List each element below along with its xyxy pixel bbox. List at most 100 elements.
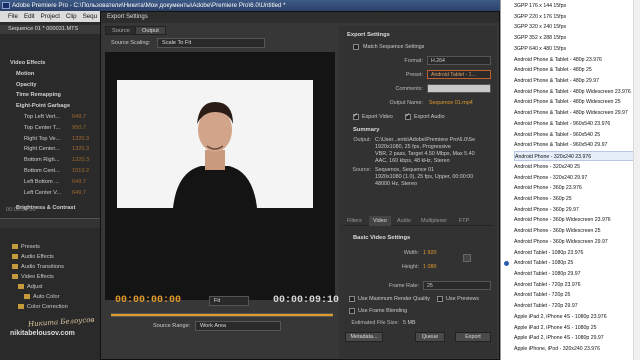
preset-list-item[interactable]: Android Tablet - 720p 29.97 bbox=[514, 301, 640, 311]
menu-clip[interactable]: Clip bbox=[66, 11, 77, 22]
width-value[interactable]: 1 920 bbox=[423, 250, 437, 256]
preset-list-item[interactable]: Android Phone & Tablet - 480p Widescreen… bbox=[514, 87, 640, 97]
effect-control-row[interactable]: Right Center... 1320.3 bbox=[0, 144, 100, 154]
zoom-fit-select[interactable]: Fit bbox=[209, 296, 249, 306]
frame-blending-checkbox[interactable] bbox=[349, 308, 355, 314]
preset-list-item[interactable]: Android Phone & Tablet - 960x540 29.97 bbox=[514, 140, 640, 150]
queue-button[interactable]: Queue bbox=[415, 332, 445, 342]
preset-list-item[interactable]: Android Phone & Tablet - 960x540 25 bbox=[514, 130, 640, 140]
effect-control-value[interactable]: 649.7 bbox=[72, 177, 86, 187]
preset-list-item[interactable]: Android Phone & Tablet - 480p 29.97 bbox=[514, 76, 640, 86]
chain-link-icon[interactable] bbox=[463, 254, 471, 262]
menu-sequence[interactable]: Sequ bbox=[83, 11, 97, 22]
preset-list-item[interactable]: Android Phone & Tablet - 480p 25 bbox=[514, 65, 640, 75]
export-settings-header: Export Settings bbox=[347, 32, 390, 38]
preset-list-item[interactable]: Android Tablet - 1080p 23.976 bbox=[514, 248, 640, 258]
effect-control-row[interactable]: Opacity bbox=[0, 80, 100, 90]
preset-list-item[interactable]: Android Tablet - 720p 25 bbox=[514, 290, 640, 300]
tab-source[interactable]: Source bbox=[105, 26, 137, 35]
menu-project[interactable]: Project bbox=[41, 11, 60, 22]
tab-filters[interactable]: Filters bbox=[343, 216, 366, 226]
comments-input[interactable] bbox=[427, 84, 491, 93]
source-range-select[interactable]: Work Area bbox=[195, 321, 281, 331]
preset-list-item[interactable]: Apple iPad 2, iPhone 4S - 1080p 25 bbox=[514, 323, 640, 333]
export-video-checkbox[interactable] bbox=[353, 112, 359, 120]
menu-bar: File Edit Project Clip Sequ bbox=[0, 11, 100, 22]
preset-list-item[interactable]: Android Phone & Tablet - 960x540 23.976 bbox=[514, 119, 640, 129]
work-area-bar[interactable] bbox=[111, 314, 333, 316]
effect-control-row[interactable]: Top Left Vert... 649.7 bbox=[0, 112, 100, 122]
source-scaling-select[interactable]: Scale To Fit bbox=[157, 38, 265, 48]
preset-dropdown-list[interactable]: 3GPP 176 x 144 15fps 3GPP 220 x 176 15fps… bbox=[500, 0, 640, 360]
preset-select[interactable]: Android Tablet - 1... bbox=[427, 70, 491, 79]
tab-audio[interactable]: Audio bbox=[393, 216, 415, 226]
effects-tree-item[interactable]: Video Effects bbox=[0, 272, 100, 282]
output-name-link[interactable]: Sequence 01.mp4 bbox=[429, 100, 473, 106]
preset-list-item[interactable]: Android Phone & Tablet - 480p Widescreen… bbox=[514, 97, 640, 107]
max-render-checkbox[interactable] bbox=[349, 296, 355, 302]
format-select[interactable]: H.264 bbox=[427, 56, 491, 65]
height-value[interactable]: 1 080 bbox=[423, 264, 437, 270]
preset-list-item[interactable]: 3GPP 176 x 144 15fps bbox=[514, 1, 640, 11]
effect-control-row[interactable]: Right Top Ve... 1320.3 bbox=[0, 134, 100, 144]
preset-list-item[interactable]: Android Tablet - 720p 23.976 bbox=[514, 280, 640, 290]
menu-edit[interactable]: Edit bbox=[24, 11, 35, 22]
metadata-button[interactable]: Metadata... bbox=[345, 332, 383, 342]
effects-tree-item[interactable]: Auto Color bbox=[0, 292, 100, 302]
preset-list-item[interactable]: Android Tablet - 1080p 29.97 bbox=[514, 269, 640, 279]
export-audio-checkbox[interactable] bbox=[405, 112, 411, 120]
preset-list-item[interactable]: Android Phone - 320x240 29.97 bbox=[514, 173, 640, 183]
source-scaling-label: Source Scaling: bbox=[111, 40, 151, 46]
preset-list-item[interactable]: Apple iPad 2, iPhone 4S - 1080p 29.97 bbox=[514, 333, 640, 343]
effect-control-value[interactable]: 649.7 bbox=[72, 112, 86, 122]
tab-output[interactable]: Output bbox=[135, 26, 166, 35]
effects-tree-item[interactable]: Adjust bbox=[0, 282, 100, 292]
tab-video[interactable]: Video bbox=[369, 216, 391, 226]
effects-tree-item[interactable]: Audio Transitions bbox=[0, 262, 100, 272]
current-timecode[interactable]: 00:00:00:00 bbox=[115, 295, 181, 306]
preset-list-item[interactable]: Android Phone - 320x240 25 bbox=[514, 162, 640, 172]
preset-list-item[interactable]: Android Phone & Tablet - 480p Widescreen… bbox=[514, 108, 640, 118]
preset-list-item[interactable]: Apple iPhone, iPod - 320x240 23.976 bbox=[514, 344, 640, 354]
preset-list-item[interactable]: Android Phone - 360p 23.976 bbox=[514, 183, 640, 193]
tab-ftp[interactable]: FTP bbox=[455, 216, 473, 226]
use-previews-checkbox[interactable] bbox=[437, 296, 443, 302]
effect-control-row[interactable]: Motion bbox=[0, 69, 100, 79]
preset-list-item[interactable]: 3GPP 352 x 288 15fps bbox=[514, 33, 640, 43]
preset-list-item[interactable]: 3GPP 220 x 176 15fps bbox=[514, 12, 640, 22]
effect-control-value[interactable]: 1019.2 bbox=[72, 166, 89, 176]
effect-control-row[interactable]: Bottom Cent... 1019.2 bbox=[0, 166, 100, 176]
frame-rate-select[interactable]: 25 bbox=[423, 281, 491, 290]
effect-control-value[interactable]: 649.7 bbox=[72, 188, 86, 198]
effect-control-row[interactable]: Video Effects bbox=[0, 58, 100, 68]
preset-list-item[interactable]: 3GPP 320 x 240 15fps bbox=[514, 22, 640, 32]
effects-tree-item[interactable]: Presets bbox=[0, 242, 100, 252]
effect-control-value[interactable]: 1320.3 bbox=[72, 144, 89, 154]
menu-file[interactable]: File bbox=[8, 11, 18, 22]
effect-control-value[interactable]: 1320.3 bbox=[72, 155, 89, 165]
effect-control-row[interactable]: Eight-Point Garbage bbox=[0, 101, 100, 111]
preset-list-item[interactable]: Android Phone - 320x240 23.976 bbox=[514, 151, 640, 162]
effect-control-row[interactable]: Top Center T... 950.7 bbox=[0, 123, 100, 133]
effect-control-row[interactable]: Bottom Righ... 1320.3 bbox=[0, 155, 100, 165]
effect-control-row[interactable]: Time Remapping bbox=[0, 90, 100, 100]
preset-list-item[interactable]: 3GPP 640 x 480 15fps bbox=[514, 44, 640, 54]
preset-list-item[interactable]: Android Phone - 360p Widescreen 25 bbox=[514, 226, 640, 236]
effect-control-value[interactable]: 950.7 bbox=[72, 123, 86, 133]
match-sequence-checkbox[interactable] bbox=[353, 44, 359, 50]
preset-list-scrollbar[interactable] bbox=[633, 0, 640, 360]
effects-tree-item[interactable]: Color Correction bbox=[0, 302, 100, 312]
preset-list-item[interactable]: Android Phone - 360p Widescreen 29.97 bbox=[514, 237, 640, 247]
effect-control-value[interactable]: 1320.3 bbox=[72, 134, 89, 144]
preset-list-item[interactable]: Android Tablet - 1080p 25 bbox=[514, 258, 640, 268]
effects-tree-item[interactable]: Audio Effects bbox=[0, 252, 100, 262]
preset-list-item[interactable]: Android Phone - 360p Widescreen 23.976 bbox=[514, 215, 640, 225]
preset-list-item[interactable]: Android Phone - 360p 25 bbox=[514, 194, 640, 204]
tab-multiplexer[interactable]: Multiplexer bbox=[417, 216, 451, 226]
preset-list-item[interactable]: Android Phone - 360p 29.97 bbox=[514, 205, 640, 215]
preset-list-item[interactable]: Apple iPad 2, iPhone 4S - 1080p 23.976 bbox=[514, 312, 640, 322]
effect-control-row[interactable]: Left Center V... 649.7 bbox=[0, 188, 100, 198]
export-button[interactable]: Export bbox=[455, 332, 491, 342]
effect-control-row[interactable]: Left Bottom ... 649.7 bbox=[0, 177, 100, 187]
preset-list-item[interactable]: Android Phone & Tablet - 480p 23.976 bbox=[514, 55, 640, 65]
